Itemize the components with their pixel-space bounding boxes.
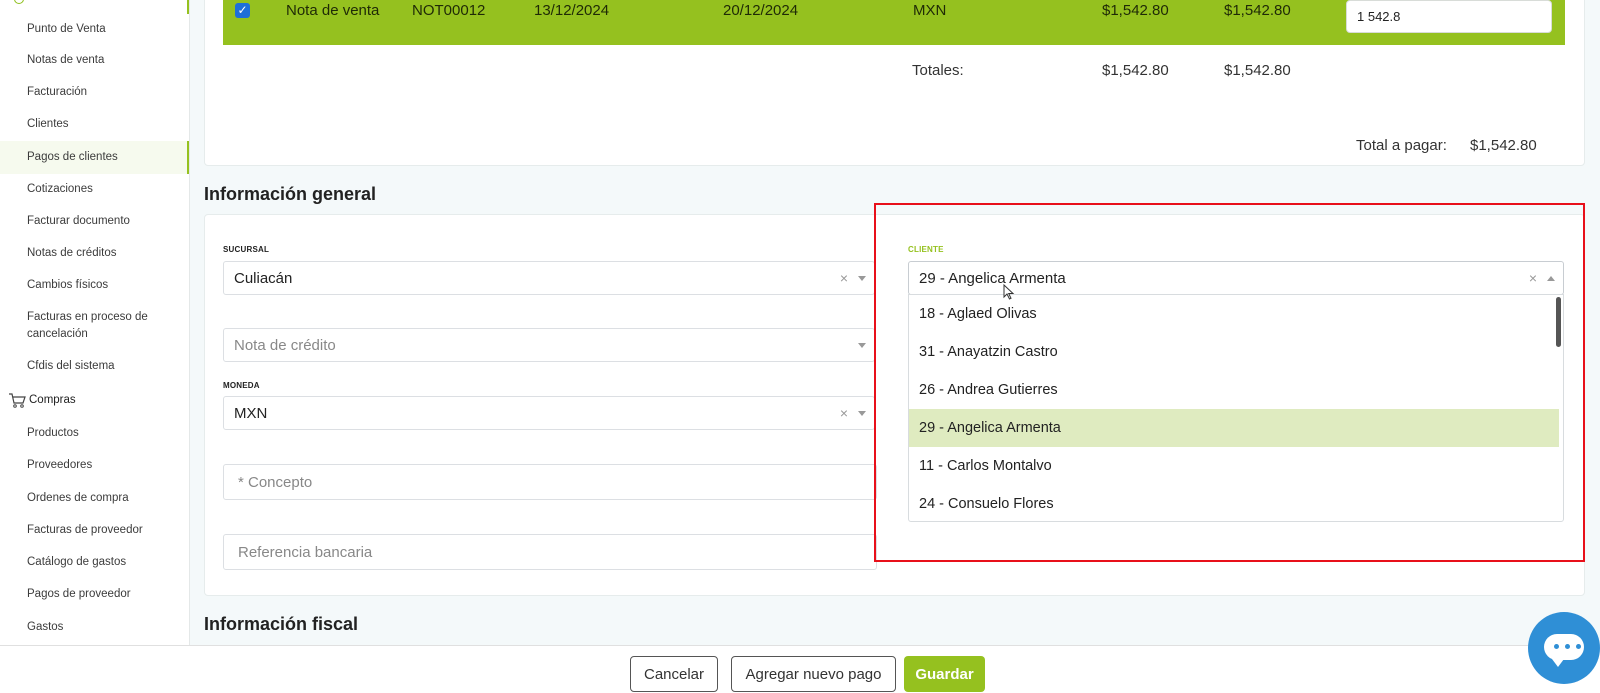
concepto-placeholder: * Concepto xyxy=(238,473,313,491)
row-checkbox[interactable]: ✓ xyxy=(235,3,250,18)
nota-credito-select[interactable]: Nota de crédito xyxy=(223,328,875,362)
sidebar-item-cambios-fisicos[interactable]: Cambios físicos xyxy=(0,277,189,294)
cell-saldo: $1,542.80 xyxy=(1224,2,1291,19)
totales-label: Totales: xyxy=(912,62,964,79)
chevron-down-icon[interactable] xyxy=(858,275,866,281)
clear-icon[interactable]: × xyxy=(840,270,848,286)
sidebar-item-pagos-de-proveedor[interactable]: Pagos de proveedor xyxy=(0,586,189,603)
sidebar-item-notas-de-venta[interactable]: Notas de venta xyxy=(0,52,189,69)
totales-saldo: $1,542.80 xyxy=(1224,62,1291,79)
sidebar-item-facturas-de-proveedor[interactable]: Facturas de proveedor xyxy=(0,522,189,539)
concepto-input[interactable]: * Concepto xyxy=(223,464,877,500)
sidebar-item-catalogo-de-gastos[interactable]: Catálogo de gastos xyxy=(0,554,189,571)
sidebar-top-edge xyxy=(0,0,189,14)
save-button[interactable]: Guardar xyxy=(904,656,985,692)
cell-total: $1,542.80 xyxy=(1102,2,1169,19)
chevron-down-icon[interactable] xyxy=(858,342,866,348)
sidebar-item-facturas-en-proceso[interactable]: Facturas en proceso de xyxy=(0,309,189,326)
referencia-bancaria-input[interactable]: Referencia bancaria xyxy=(223,534,877,570)
mouse-cursor-icon xyxy=(1003,284,1015,300)
sidebar-item-pagos-de-clientes[interactable]: Pagos de clientes xyxy=(0,141,189,174)
dropdown-scrollbar[interactable] xyxy=(1556,297,1561,347)
cliente-dropdown[interactable]: 18 - Aglaed Olivas 31 - Anayatzin Castro… xyxy=(908,294,1564,522)
table-row[interactable]: ✓ Nota de venta NOT00012 13/12/2024 20/1… xyxy=(223,0,1565,45)
referencia-placeholder: Referencia bancaria xyxy=(238,543,373,561)
sidebar-item-facturas-en-proceso-line2[interactable]: cancelación xyxy=(0,326,189,343)
dropdown-option[interactable]: 24 - Consuelo Flores xyxy=(909,485,1559,521)
moneda-label: MONEDA xyxy=(223,381,260,390)
chevron-down-icon[interactable] xyxy=(858,410,866,416)
sidebar: Punto de Venta Notas de venta Facturació… xyxy=(0,0,190,645)
clear-icon[interactable]: × xyxy=(1529,270,1537,286)
cell-tipo: Nota de venta xyxy=(286,2,380,19)
dropdown-option[interactable]: 18 - Aglaed Olivas xyxy=(909,295,1559,333)
total-pagar-label: Total a pagar: xyxy=(1356,137,1447,154)
sidebar-item-cotizaciones[interactable]: Cotizaciones xyxy=(0,181,189,198)
sidebar-section-compras[interactable]: Compras xyxy=(0,392,189,409)
sidebar-item-gastos[interactable]: Gastos xyxy=(0,619,189,636)
active-indicator xyxy=(187,0,189,14)
sidebar-item-ordenes-de-compra[interactable]: Ordenes de compra xyxy=(0,490,189,507)
dropdown-option[interactable]: 26 - Andrea Gutierres xyxy=(909,371,1559,409)
chat-icon[interactable] xyxy=(1528,612,1600,684)
sidebar-item-punto-de-venta[interactable]: Punto de Venta xyxy=(0,21,189,38)
cell-vencimiento: 20/12/2024 xyxy=(723,2,799,19)
sidebar-item-proveedores[interactable]: Proveedores xyxy=(0,457,189,474)
totales-total: $1,542.80 xyxy=(1102,62,1169,79)
nota-credito-placeholder: Nota de crédito xyxy=(234,336,336,354)
logo-leaf-icon xyxy=(14,0,24,4)
general-section-title: Información general xyxy=(204,184,377,204)
chevron-up-icon[interactable] xyxy=(1547,275,1555,281)
sucursal-value: Culiacán xyxy=(234,269,293,287)
sidebar-item-facturar-documento[interactable]: Facturar documento xyxy=(0,213,189,230)
cancel-button[interactable]: Cancelar xyxy=(630,656,718,692)
cart-icon xyxy=(9,393,26,408)
sidebar-item-productos[interactable]: Productos xyxy=(0,425,189,442)
fiscal-section-title: Información fiscal xyxy=(204,614,359,634)
cell-folio: NOT00012 xyxy=(412,2,486,19)
add-payment-button[interactable]: Agregar nuevo pago xyxy=(731,656,896,692)
action-bar: Cancelar Agregar nuevo pago Guardar xyxy=(0,645,1600,693)
sidebar-item-clientes[interactable]: Clientes xyxy=(0,116,189,133)
cliente-value: 29 - Angelica Armenta xyxy=(919,269,1066,287)
chat-dots xyxy=(1554,644,1581,649)
moneda-select[interactable]: MXN × xyxy=(223,396,875,430)
cliente-label: CLIENTE xyxy=(908,245,944,254)
total-pagar-value: $1,542.80 xyxy=(1470,137,1537,154)
amount-input[interactable]: 1 542.8 xyxy=(1346,0,1552,33)
sucursal-label: SUCURSAL xyxy=(223,245,270,254)
sidebar-item-cfdis-del-sistema[interactable]: Cfdis del sistema xyxy=(0,358,189,375)
clear-icon[interactable]: × xyxy=(840,405,848,421)
dropdown-option[interactable]: 31 - Anayatzin Castro xyxy=(909,333,1559,371)
sidebar-item-notas-de-creditos[interactable]: Notas de créditos xyxy=(0,245,189,262)
dropdown-option[interactable]: 11 - Carlos Montalvo xyxy=(909,447,1559,485)
sidebar-item-facturacion[interactable]: Facturación xyxy=(0,84,189,101)
dropdown-option-selected[interactable]: 29 - Angelica Armenta xyxy=(909,409,1559,447)
cell-moneda: MXN xyxy=(913,2,947,19)
sidebar-section-compras-label: Compras xyxy=(29,394,76,406)
moneda-value: MXN xyxy=(234,404,268,422)
sucursal-select[interactable]: Culiacán × xyxy=(223,261,875,295)
cell-fecha: 13/12/2024 xyxy=(534,2,610,19)
